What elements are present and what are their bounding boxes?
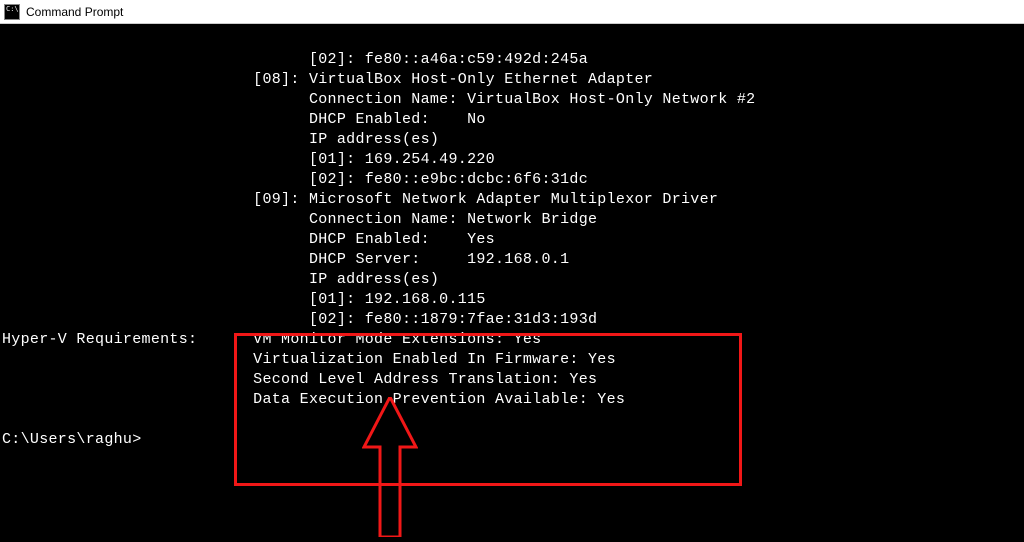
terminal-line: Virtualization Enabled In Firmware: Yes (2, 351, 616, 368)
terminal-line: Second Level Address Translation: Yes (2, 371, 597, 388)
terminal-line: [02]: fe80::e9bc:dcbc:6f6:31dc (2, 171, 588, 188)
terminal-line: DHCP Server: 192.168.0.1 (2, 251, 569, 268)
terminal-line: [02]: fe80::a46a:c59:492d:245a (2, 51, 588, 68)
window-titlebar[interactable]: Command Prompt (0, 0, 1024, 24)
terminal-line: [01]: 169.254.49.220 (2, 151, 495, 168)
app-icon (4, 4, 20, 20)
terminal-line: [09]: Microsoft Network Adapter Multiple… (2, 191, 718, 208)
terminal-line: [08]: VirtualBox Host-Only Ethernet Adap… (2, 71, 653, 88)
terminal-line: [02]: fe80::1879:7fae:31d3:193d (2, 311, 597, 328)
terminal-line: IP address(es) (2, 271, 439, 288)
terminal-prompt: C:\Users\raghu> (2, 431, 142, 448)
terminal-line: Data Execution Prevention Available: Yes (2, 391, 625, 408)
terminal-line: IP address(es) (2, 131, 439, 148)
terminal-line: DHCP Enabled: No (2, 111, 486, 128)
terminal-output[interactable]: [02]: fe80::a46a:c59:492d:245a [08]: Vir… (0, 24, 1024, 450)
terminal-line: DHCP Enabled: Yes (2, 231, 495, 248)
window-title: Command Prompt (26, 5, 123, 19)
terminal-line: Connection Name: Network Bridge (2, 211, 597, 228)
terminal-line: Connection Name: VirtualBox Host-Only Ne… (2, 91, 755, 108)
terminal-line: Hyper-V Requirements: VM Monitor Mode Ex… (2, 331, 541, 348)
terminal-line: [01]: 192.168.0.115 (2, 291, 486, 308)
